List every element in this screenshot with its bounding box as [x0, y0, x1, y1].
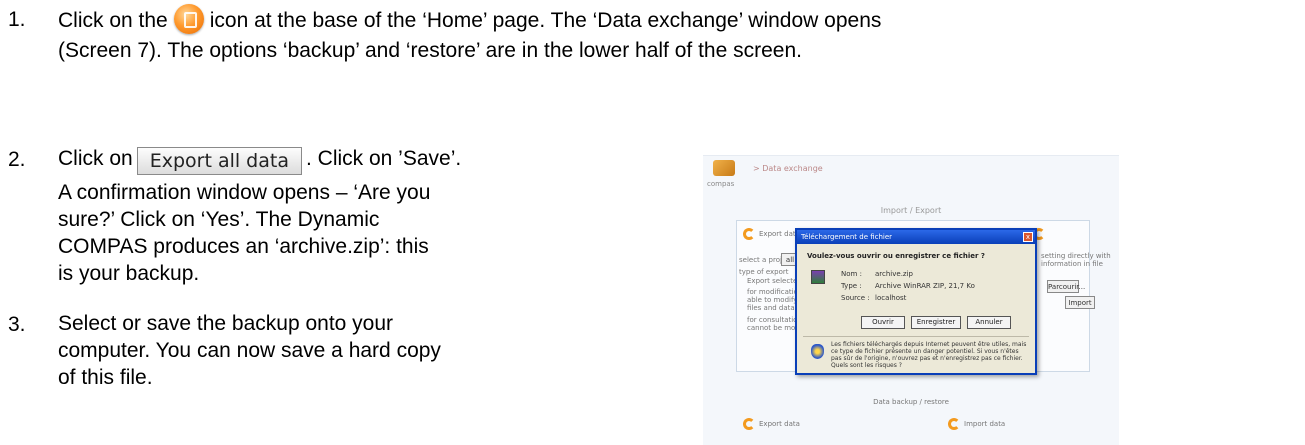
step-1-number: 1. — [8, 8, 26, 31]
left-line: type of export — [739, 268, 789, 276]
compas-logo-icon — [713, 160, 735, 176]
restore-c-icon — [948, 418, 960, 430]
import-button[interactable]: Import — [1065, 296, 1095, 309]
step-3-line-1: Select or save the backup onto your — [58, 312, 394, 335]
step-2-text-before: Click on — [58, 147, 133, 170]
left-panel-title: Export data — [759, 230, 800, 238]
file-download-dialog: Téléchargement de fichier x Voulez-vous … — [795, 228, 1037, 375]
dialog-warning: Les fichiers téléchargés depuis Internet… — [831, 341, 1027, 369]
step-3-number: 3. — [8, 313, 26, 336]
cancel-button[interactable]: Annuler — [967, 316, 1011, 329]
step-3-line-3: of this file. — [58, 366, 153, 389]
logo-word: compas — [707, 180, 735, 188]
step-2-text-after: . Click on ’Save’. — [305, 147, 462, 170]
source-label: Source : — [841, 294, 870, 302]
dialog-titlebar: Téléchargement de fichier x — [797, 230, 1035, 244]
dialog-divider — [803, 336, 1029, 337]
step-2-number: 2. — [8, 148, 26, 171]
step-2-line-1: Click on Export all data. Click on ’Save’… — [58, 144, 461, 175]
open-button[interactable]: Ouvrir — [861, 316, 905, 329]
step-2-line-4: COMPAS produces an ‘archive.zip’: this — [58, 235, 429, 258]
dialog-title: Téléchargement de fichier — [801, 233, 893, 241]
step-2-line-3: sure?’ Click on ‘Yes’. The Dynamic — [58, 208, 380, 231]
lower-section-title: Data backup / restore — [873, 398, 949, 406]
step-1-text-after: icon at the base of the ‘Home’ page. The… — [209, 9, 882, 32]
bottom-left-label[interactable]: Export data — [759, 420, 800, 428]
winrar-file-icon — [811, 270, 825, 284]
step-1-line-1: Click on the icon at the base of the ‘Hom… — [58, 4, 881, 36]
step-3-line-2: computer. You can now save a hard copy — [58, 339, 441, 362]
export-c-icon — [743, 228, 755, 240]
source-value: localhost — [875, 294, 907, 302]
name-label: Nom : — [841, 270, 862, 278]
close-icon[interactable]: x — [1023, 232, 1033, 242]
home-orange-icon[interactable] — [173, 4, 204, 34]
step-2-line-2: A confirmation window opens – ‘Are you — [58, 181, 431, 204]
section-title: Import / Export — [880, 206, 942, 215]
export-all-data-button[interactable]: Export all data — [136, 147, 302, 175]
browse-button[interactable]: Parcourir... — [1047, 280, 1085, 293]
dialog-question: Voulez-vous ouvrir ou enregistrer ce fic… — [807, 252, 985, 260]
breadcrumb: > Data exchange — [753, 164, 823, 173]
security-shield-icon — [811, 344, 824, 359]
bottom-right-label[interactable]: Import data — [964, 420, 1005, 428]
type-label: Type : — [841, 282, 862, 290]
step-1-text-before: Click on the — [58, 9, 168, 32]
backup-c-icon — [743, 418, 755, 430]
type-value: Archive WinRAR ZIP, 21,7 Ko — [875, 282, 975, 290]
step-1-line-2: (Screen 7). The options ‘backup’ and ‘re… — [58, 39, 802, 62]
right-line: setting directly with — [1041, 252, 1111, 260]
step-2-line-5: is your backup. — [58, 262, 200, 285]
save-button[interactable]: Enregistrer — [911, 316, 961, 329]
screen-7-screenshot: compas > Data exchange Import / Export E… — [703, 155, 1119, 445]
name-value: archive.zip — [875, 270, 913, 278]
right-line: information in file — [1041, 260, 1103, 268]
